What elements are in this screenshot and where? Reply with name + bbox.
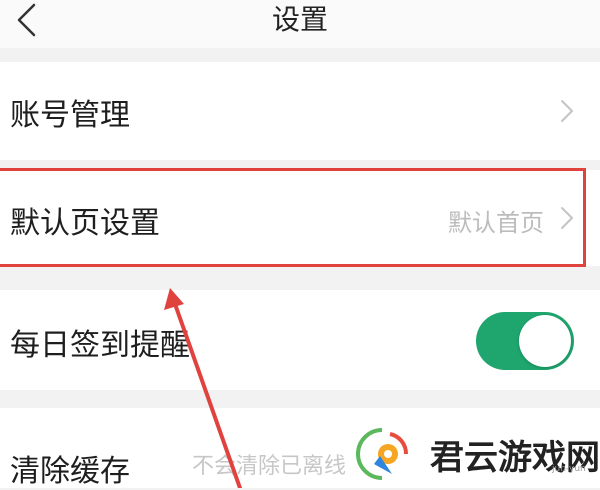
chevron-right-icon xyxy=(561,207,573,229)
toggle-knob xyxy=(519,315,571,367)
daily-signin-toggle[interactable] xyxy=(476,312,574,370)
settings-row-default-page[interactable]: 默认页设置 默认首页 xyxy=(0,170,600,266)
default-page-label: 默认页设置 xyxy=(10,206,160,241)
chevron-right-icon xyxy=(561,100,573,122)
settings-row-account[interactable]: 账号管理 xyxy=(0,62,600,160)
daily-signin-reminder-label: 每日签到提醒 xyxy=(10,328,190,363)
default-page-value: 默认首页 xyxy=(448,209,544,237)
clear-cache-label: 清除缓存 xyxy=(10,454,130,489)
top-bar: 设置 xyxy=(0,0,600,48)
watermark-logo-icon xyxy=(356,428,409,480)
account-management-label: 账号管理 xyxy=(10,98,130,133)
watermark: 君云游戏网 jun-yun xyxy=(344,420,600,488)
clear-cache-description: 不会清除已离线 xyxy=(192,454,347,479)
page-title: 设置 xyxy=(271,3,328,36)
watermark-url: jun-yun xyxy=(552,464,586,474)
